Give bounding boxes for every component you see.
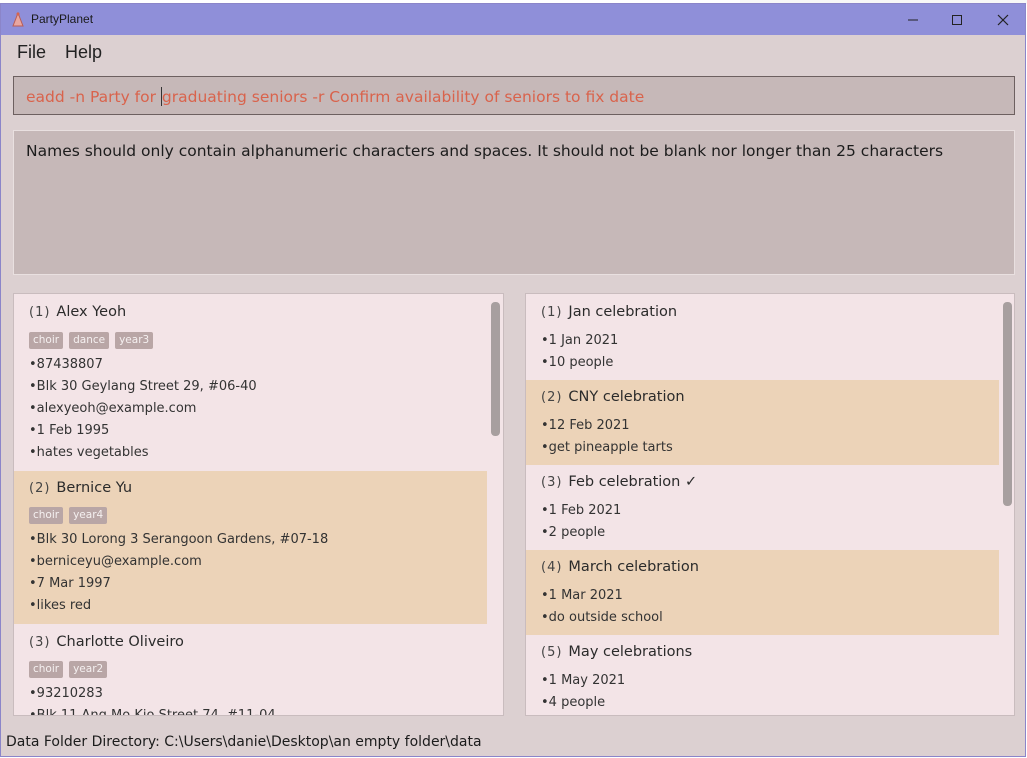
tag-list: choir year4	[29, 507, 108, 524]
menu-file[interactable]: File	[17, 42, 46, 63]
person-card[interactable]: (1) Alex Yeoh choir dance year3 •87438807…	[14, 294, 487, 470]
menu-help[interactable]: Help	[65, 42, 102, 63]
result-message: Names should only contain alphanumeric c…	[26, 142, 944, 160]
event-remark: •do outside school	[541, 610, 663, 625]
status-bar: Data Folder Directory: C:\Users\danie\De…	[6, 734, 482, 750]
tag: choir	[29, 332, 64, 349]
minimize-button[interactable]	[890, 4, 936, 35]
person-name: (3) Charlotte Oliveiro	[29, 634, 184, 650]
person-card[interactable]: (2) Bernice Yu choir year4 •Blk 30 Lorong…	[14, 471, 487, 624]
app-icon	[11, 11, 25, 28]
event-date: •1 Jan 2021	[541, 333, 619, 348]
title-bar[interactable]: PartyPlanet	[1, 4, 1025, 35]
window-title: PartyPlanet	[31, 12, 94, 26]
person-name: (1) Alex Yeoh	[29, 304, 127, 320]
event-card[interactable]: (2) CNY celebration •12 Feb 2021 •get pin…	[526, 380, 999, 465]
person-address: •Blk 30 Lorong 3 Serangoon Gardens, #07-…	[29, 532, 329, 547]
event-remark: •get pineapple tarts	[541, 440, 673, 455]
event-card[interactable]: (3) Feb celebration ✓ •1 Feb 2021 •2 peop…	[526, 465, 999, 550]
tag-list: choir dance year3	[29, 332, 154, 349]
event-name: (1) Jan celebration	[541, 304, 678, 320]
event-date: •1 May 2021	[541, 673, 626, 688]
tag: year2	[69, 661, 108, 678]
event-card[interactable]: (4) March celebration •1 Mar 2021 •do out…	[526, 550, 999, 635]
person-address: •Blk 30 Geylang Street 29, #06-40	[29, 379, 257, 394]
event-date: •1 Mar 2021	[541, 588, 623, 603]
event-name: (5) May celebrations	[541, 644, 693, 660]
person-list-panel[interactable]: (1) Alex Yeoh choir dance year3 •87438807…	[13, 293, 504, 716]
person-email: •alexyeoh@example.com	[29, 401, 197, 416]
result-display[interactable]: Names should only contain alphanumeric c…	[13, 130, 1015, 275]
event-remark: •4 people	[541, 695, 606, 710]
close-button[interactable]	[980, 4, 1026, 35]
person-address: •Blk 11 Ang Mo Kio Street 74, #11-04	[29, 708, 276, 716]
person-birthday: •1 Feb 1995	[29, 423, 110, 438]
person-remark: •hates vegetables	[29, 445, 149, 460]
person-birthday: •7 Mar 1997	[29, 576, 111, 591]
event-card[interactable]: (5) May celebrations •1 May 2021 •4 peopl…	[526, 635, 999, 715]
menu-bar: File Help	[1, 36, 1025, 70]
event-list-scrollbar[interactable]	[1003, 302, 1012, 506]
tag: year4	[69, 507, 108, 524]
tag: year3	[115, 332, 154, 349]
event-card[interactable]: (1) Jan celebration •1 Jan 2021 •10 peopl…	[526, 294, 999, 380]
event-date: •12 Feb 2021	[541, 418, 630, 433]
event-remark: •10 people	[541, 355, 614, 370]
command-input[interactable]: eadd -n Party for graduating seniors -r …	[13, 76, 1015, 115]
tag: choir	[29, 507, 64, 524]
event-name: (3) Feb celebration ✓	[541, 474, 698, 490]
person-card[interactable]: (3) Charlotte Oliveiro choir year2 •93210…	[14, 625, 487, 716]
tag-list: choir year2	[29, 661, 108, 678]
person-list-scrollbar[interactable]	[491, 302, 500, 436]
event-remark: •2 people	[541, 525, 606, 540]
command-text: eadd -n Party for graduating seniors -r …	[26, 87, 645, 106]
event-list-panel[interactable]: (1) Jan celebration •1 Jan 2021 •10 peopl…	[525, 293, 1015, 716]
event-name: (4) March celebration	[541, 559, 699, 575]
app-window: PartyPlanet File Help eadd -n Party for …	[0, 3, 1026, 757]
tag: dance	[69, 332, 110, 349]
maximize-button[interactable]	[934, 4, 980, 35]
tag: choir	[29, 661, 64, 678]
person-email: •berniceyu@example.com	[29, 554, 202, 569]
event-date: •1 Feb 2021	[541, 503, 622, 518]
person-phone: •87438807	[29, 357, 103, 372]
event-name: (2) CNY celebration	[541, 389, 685, 405]
person-phone: •93210283	[29, 686, 103, 701]
person-remark: •likes red	[29, 598, 92, 613]
person-name: (2) Bernice Yu	[29, 480, 133, 496]
